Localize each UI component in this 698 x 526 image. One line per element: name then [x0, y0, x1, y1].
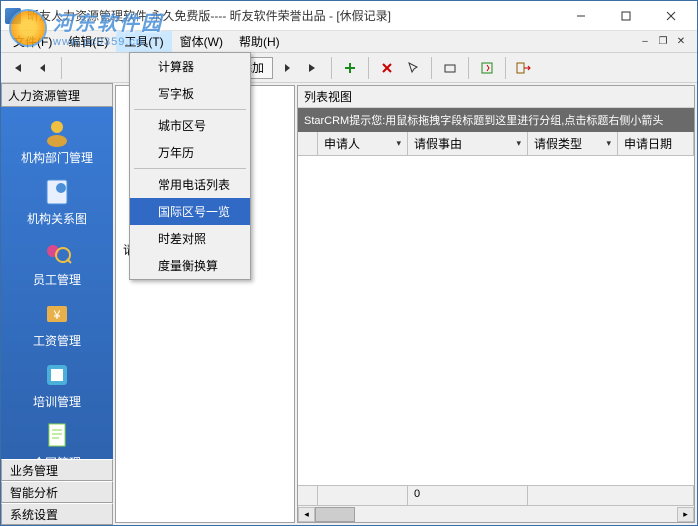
grid-col-type[interactable]: 请假类型▾	[528, 132, 618, 155]
add-button[interactable]	[338, 56, 362, 80]
contract-icon	[41, 420, 73, 452]
svg-text:¥: ¥	[53, 308, 61, 322]
right-panel: 列表视图 StarCRM提示您:用鼠标拖拽字段标题到这里进行分组,点击标题右侧小…	[297, 85, 695, 523]
refresh-button[interactable]	[475, 56, 499, 80]
nav-next-button[interactable]	[275, 56, 299, 80]
delete-button[interactable]	[375, 56, 399, 80]
menu-window[interactable]: 窗体(W)	[172, 31, 231, 52]
menu-tools[interactable]: 工具(T)	[116, 31, 171, 52]
sidebar-item-contract[interactable]: 合同管理	[1, 416, 113, 459]
sidebar-header[interactable]: 人力资源管理	[1, 83, 113, 107]
dropdown-citycode[interactable]: 城市区号	[130, 112, 250, 139]
chevron-down-icon[interactable]: ▾	[396, 138, 401, 149]
mdi-minimize-button[interactable]: ‒	[637, 35, 653, 49]
toolbar: 编辑与添加	[1, 53, 697, 83]
horizontal-scrollbar[interactable]: ◂ ▸	[298, 505, 694, 522]
sidebar-item-label: 培训管理	[33, 393, 81, 410]
tool-a-button[interactable]	[438, 56, 462, 80]
grid-col-selector[interactable]	[298, 132, 318, 155]
titlebar: 昕友人力资源管理软件 永久免费版---- 昕友软件荣誉出品 - [休假记录]	[1, 1, 697, 31]
sidebar-item-training[interactable]: 培训管理	[1, 355, 113, 416]
mdi-restore-button[interactable]: ❐	[655, 35, 671, 49]
footer-business[interactable]: 业务管理	[1, 459, 113, 481]
nav-last-button[interactable]	[301, 56, 325, 80]
grid-footer: 0	[298, 485, 694, 505]
sidebar-item-relation[interactable]: 机构关系图	[1, 172, 113, 233]
sidebar-item-label: 机构部门管理	[21, 149, 93, 166]
dropdown-wordpad[interactable]: 写字板	[130, 80, 250, 107]
chevron-down-icon[interactable]: ▾	[516, 138, 521, 149]
sidebar-item-label: 员工管理	[33, 271, 81, 288]
chevron-down-icon[interactable]: ▾	[606, 138, 611, 149]
menu-help[interactable]: 帮助(H)	[231, 31, 288, 52]
scroll-thumb[interactable]	[315, 507, 355, 522]
tools-dropdown: 计算器 写字板 城市区号 万年历 常用电话列表 国际区号一览 时差对照 度量衡换…	[129, 52, 251, 280]
relation-icon	[41, 176, 73, 208]
dropdown-timezone[interactable]: 时差对照	[130, 225, 250, 252]
list-view-header: 列表视图	[298, 86, 694, 108]
sidebar-item-org[interactable]: 机构部门管理	[1, 111, 113, 172]
footer-settings[interactable]: 系统设置	[1, 503, 113, 525]
employee-icon	[41, 237, 73, 269]
scroll-right-button[interactable]: ▸	[677, 507, 694, 522]
grid-header: 申请人▾ 请假事由▾ 请假类型▾ 申请日期	[298, 132, 694, 156]
window-title: 昕友人力资源管理软件 永久免费版---- 昕友软件荣誉出品 - [休假记录]	[27, 7, 558, 24]
dropdown-phonelist[interactable]: 常用电话列表	[130, 171, 250, 198]
footer-analysis[interactable]: 智能分析	[1, 481, 113, 503]
sidebar: 人力资源管理 机构部门管理 机构关系图 员工管理 ¥ 工资管理 培训管理	[1, 83, 113, 525]
mdi-close-button[interactable]: ✕	[673, 35, 689, 49]
grid-col-reason[interactable]: 请假事由▾	[408, 132, 528, 155]
nav-first-button[interactable]	[5, 56, 29, 80]
grid-col-applicant[interactable]: 申请人▾	[318, 132, 408, 155]
org-icon	[41, 115, 73, 147]
sidebar-item-label: 工资管理	[33, 332, 81, 349]
sidebar-item-label: 机构关系图	[27, 210, 87, 227]
dropdown-intlcode[interactable]: 国际区号一览	[130, 198, 250, 225]
training-icon	[41, 359, 73, 391]
grid-body[interactable]	[298, 156, 694, 485]
dropdown-calendar[interactable]: 万年历	[130, 139, 250, 166]
dropdown-calculator[interactable]: 计算器	[130, 53, 250, 80]
sidebar-item-employee[interactable]: 员工管理	[1, 233, 113, 294]
sidebar-item-salary[interactable]: ¥ 工资管理	[1, 294, 113, 355]
exit-button[interactable]	[512, 56, 536, 80]
close-button[interactable]	[648, 2, 693, 30]
list-view-title: 列表视图	[304, 88, 352, 105]
app-icon	[5, 8, 21, 24]
menubar: 文件(F) 编辑(E) 工具(T) 窗体(W) 帮助(H) ‒ ❐ ✕	[1, 31, 697, 53]
scroll-left-button[interactable]: ◂	[298, 507, 315, 522]
select-button[interactable]	[401, 56, 425, 80]
grid-col-date[interactable]: 申请日期	[618, 132, 694, 155]
footer-count: 0	[408, 486, 528, 505]
menu-edit[interactable]: 编辑(E)	[60, 31, 116, 52]
menu-file[interactable]: 文件(F)	[5, 31, 60, 52]
maximize-button[interactable]	[603, 2, 648, 30]
hint-bar: StarCRM提示您:用鼠标拖拽字段标题到这里进行分组,点击标题右侧小箭头	[298, 108, 694, 132]
minimize-button[interactable]	[558, 2, 603, 30]
dropdown-units[interactable]: 度量衡换算	[130, 252, 250, 279]
salary-icon: ¥	[41, 298, 73, 330]
nav-prev-button[interactable]	[31, 56, 55, 80]
